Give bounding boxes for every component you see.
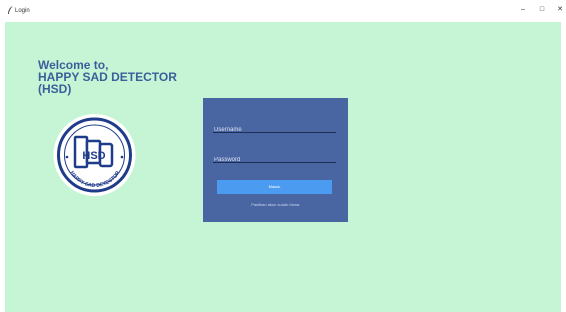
close-button[interactable]: ✕ — [555, 5, 565, 15]
login-button[interactable]: Masuk — [217, 180, 332, 194]
minimize-button[interactable]: – — [518, 5, 528, 15]
login-screen: Welcome to, HAPPY SAD DETECTOR (HSD) HSD… — [5, 22, 561, 312]
login-hint: Pastikan akun sudah benar — [251, 202, 300, 207]
username-input[interactable] — [213, 123, 337, 137]
window-title: Login — [15, 8, 30, 14]
login-window: Login – □ ✕ Welcome to, HAPPY SAD DETECT… — [0, 0, 566, 312]
maximize-button[interactable]: □ — [537, 5, 547, 15]
login-panel: Masuk Pastikan akun sudah benar — [203, 98, 348, 222]
title-bar: Login – □ ✕ — [0, 0, 566, 22]
username-field — [213, 118, 337, 137]
app-abbreviation: (HSD) — [38, 82, 72, 96]
logo-monogram: HSD — [82, 150, 105, 162]
password-input[interactable] — [213, 153, 337, 167]
hsd-logo: HSD HAPPY SAD DETECTOR — [53, 114, 136, 196]
feather-icon — [8, 6, 13, 14]
welcome-heading: Welcome to, HAPPY SAD DETECTOR (HSD) — [38, 59, 208, 95]
password-field — [213, 148, 337, 167]
